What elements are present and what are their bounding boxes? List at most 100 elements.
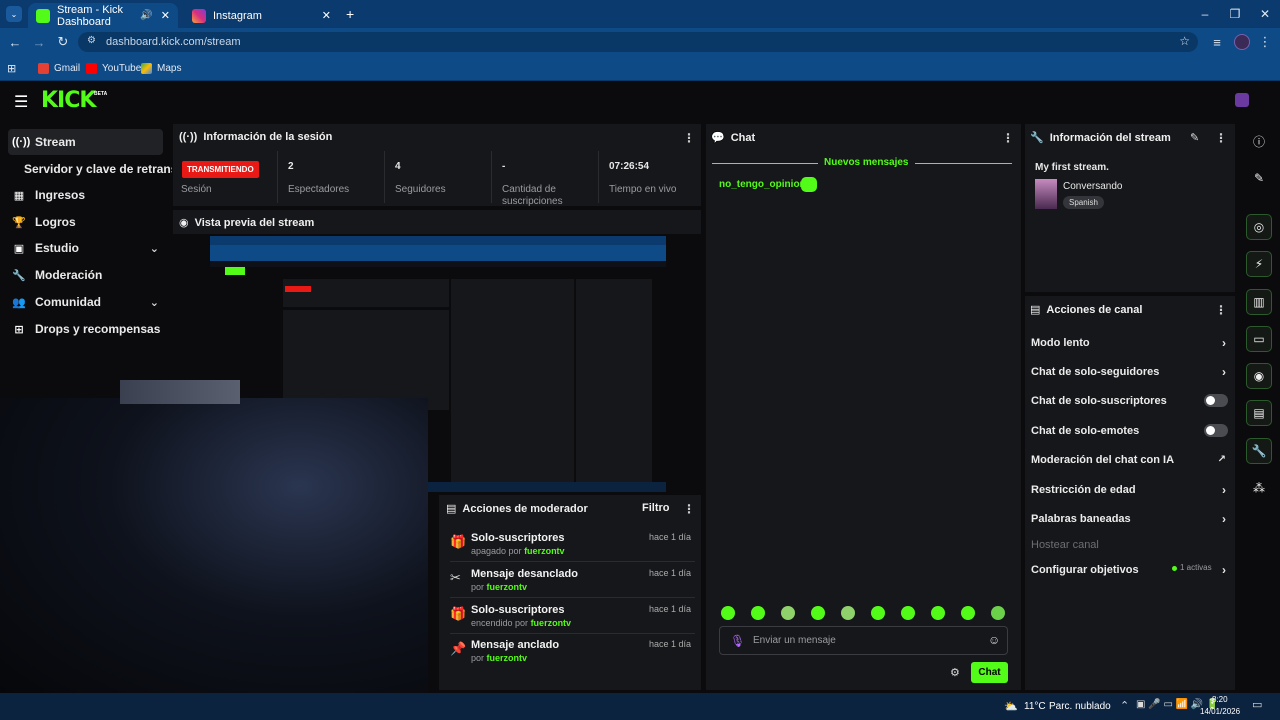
lightning-icon[interactable]: ⚡ bbox=[1246, 251, 1272, 277]
chat-menu-icon[interactable]: ⋮ bbox=[1002, 131, 1014, 145]
action-goals[interactable]: Configurar objetivos 1 activas › bbox=[1025, 555, 1238, 584]
bookmark-star-icon[interactable]: ☆ bbox=[1179, 34, 1190, 48]
instagram-favicon-icon bbox=[192, 8, 206, 23]
edit-icon[interactable]: ✎ bbox=[1190, 131, 1199, 144]
stat-label: Tiempo en vivo bbox=[609, 184, 677, 195]
back-icon[interactable]: ← bbox=[6, 33, 24, 51]
share-icon[interactable]: ⁂ bbox=[1246, 475, 1272, 501]
tab-list-icon[interactable]: ⌄ bbox=[6, 6, 22, 22]
sidebar-item-moderacion[interactable]: 🔧 Moderación bbox=[8, 262, 163, 288]
minimize-button[interactable]: – bbox=[1188, 0, 1222, 28]
emote-icon[interactable] bbox=[871, 606, 885, 620]
stat-label: Cantidad de suscripciones bbox=[502, 184, 563, 207]
sidebar-item-server-key[interactable]: Servidor y clave de retransmisión bbox=[20, 156, 172, 182]
forward-icon[interactable]: → bbox=[30, 33, 48, 51]
subscribers-only-toggle[interactable] bbox=[1204, 394, 1228, 407]
emotes-only-toggle[interactable] bbox=[1204, 424, 1228, 437]
sidebar-item-comunidad[interactable]: 👥 Comunidad ⌄ bbox=[8, 289, 163, 315]
hamburger-icon[interactable]: ☰ bbox=[14, 92, 28, 112]
maximize-button[interactable]: ❐ bbox=[1218, 0, 1252, 28]
mod-action-item: 📌 Mensaje anclado por fuerzontv hace 1 d… bbox=[450, 639, 691, 663]
profile-avatar[interactable] bbox=[1234, 34, 1250, 50]
gift-icon: 🎁 bbox=[450, 534, 467, 549]
chart-icon: ▦ bbox=[13, 189, 25, 202]
info-icon[interactable]: ⓘ bbox=[1246, 128, 1272, 154]
browser-tab-kick[interactable]: Stream - Kick Dashboard 🔊 ✕ bbox=[28, 3, 178, 28]
site-info-icon[interactable]: ⚙ bbox=[87, 35, 96, 46]
sidebar-item-stream[interactable]: ((·)) Stream bbox=[8, 129, 163, 155]
new-tab-button[interactable]: + bbox=[346, 6, 354, 22]
sidebar-item-logros[interactable]: 🏆 Logros bbox=[8, 209, 163, 235]
action-ai-moderation[interactable]: Moderación del chat con IA ↗ bbox=[1025, 445, 1238, 474]
channel-actions-menu-icon[interactable]: ⋮ bbox=[1215, 303, 1227, 317]
close-tab-icon[interactable]: ✕ bbox=[322, 9, 331, 22]
bookmark-youtube[interactable]: YouTube bbox=[86, 61, 141, 75]
user-avatar[interactable] bbox=[1235, 93, 1249, 107]
mod-username[interactable]: fuerzontv bbox=[487, 653, 528, 663]
mod-username[interactable]: fuerzontv bbox=[524, 546, 565, 556]
browser-tab-instagram[interactable]: Instagram ✕ bbox=[184, 3, 339, 28]
chevron-up-icon[interactable]: ⌃ bbox=[1120, 699, 1129, 712]
layers-icon[interactable]: ▤ bbox=[1246, 400, 1272, 426]
action-slow-mode[interactable]: Modo lento › bbox=[1025, 328, 1238, 357]
address-bar[interactable]: ⚙ dashboard.kick.com/stream ☆ bbox=[78, 32, 1198, 52]
category-name[interactable]: Conversando bbox=[1063, 181, 1122, 192]
emoji-picker-icon[interactable]: ☺ bbox=[988, 633, 1000, 647]
edit-icon[interactable]: ✎ bbox=[1246, 165, 1272, 191]
media-icon[interactable]: ≡ bbox=[1208, 33, 1226, 51]
emote-icon[interactable] bbox=[841, 606, 855, 620]
stat-value: 2 bbox=[288, 161, 294, 172]
session-menu-icon[interactable]: ⋮ bbox=[683, 131, 695, 145]
bookmark-gmail[interactable]: Gmail bbox=[38, 61, 80, 75]
sidebar-item-drops[interactable]: ⊞ Drops y recompensas bbox=[8, 316, 163, 342]
apps-icon[interactable]: ⊞ bbox=[7, 61, 16, 75]
chat-icon[interactable]: ▭ bbox=[1246, 326, 1272, 352]
chat-settings-icon[interactable]: ⚙ bbox=[950, 666, 960, 679]
chevron-right-icon: › bbox=[1222, 511, 1226, 526]
kick-logo[interactable]: KICK bbox=[41, 88, 96, 113]
notifications-icon[interactable]: ▭ bbox=[1252, 698, 1262, 711]
preview-icon: ◉ bbox=[179, 217, 189, 229]
audio-icon[interactable]: 🔊 bbox=[140, 10, 152, 21]
emote-icon[interactable] bbox=[991, 606, 1005, 620]
mod-username[interactable]: fuerzontv bbox=[487, 582, 528, 592]
close-tab-icon[interactable]: ✕ bbox=[161, 9, 170, 22]
action-banned-words[interactable]: Palabras baneadas › bbox=[1025, 504, 1238, 533]
filter-button[interactable]: Filtro bbox=[642, 502, 670, 514]
emote-icon[interactable] bbox=[811, 606, 825, 620]
sidebar-item-estudio[interactable]: ▣ Estudio ⌄ bbox=[8, 235, 163, 261]
emote-icon[interactable] bbox=[721, 606, 735, 620]
webcam-overlay-edge bbox=[120, 380, 240, 404]
emote-icon bbox=[801, 177, 817, 192]
emote-icon[interactable] bbox=[931, 606, 945, 620]
broadcast-icon[interactable]: ◉ bbox=[1246, 363, 1272, 389]
bookmark-maps[interactable]: Maps bbox=[141, 61, 181, 75]
sidebar-item-ingresos[interactable]: ▦ Ingresos bbox=[8, 182, 163, 208]
camera-icon[interactable]: ◎ bbox=[1246, 214, 1272, 240]
mod-username[interactable]: fuerzontv bbox=[531, 618, 572, 628]
session-info-panel: ((·)) Información de la sesión ⋮ TRANSMIT… bbox=[173, 124, 701, 207]
send-chat-button[interactable]: Chat bbox=[971, 662, 1008, 683]
moderator-menu-icon[interactable]: ⋮ bbox=[683, 502, 695, 516]
chat-input[interactable]: 🎙 Enviar un mensaje ☺ bbox=[719, 626, 1008, 655]
emote-icon[interactable] bbox=[781, 606, 795, 620]
emote-icon[interactable] bbox=[751, 606, 765, 620]
chat-username[interactable]: no_tengo_opinion bbox=[719, 179, 806, 190]
document-icon[interactable]: ▥ bbox=[1246, 289, 1272, 315]
stat-label: Sesión bbox=[181, 184, 212, 195]
emote-icon[interactable] bbox=[901, 606, 915, 620]
action-followers-only[interactable]: Chat de solo-seguidores › bbox=[1025, 357, 1238, 386]
reload-icon[interactable]: ↻ bbox=[54, 33, 72, 51]
mic-icon[interactable]: 🎙 bbox=[730, 634, 745, 648]
maps-icon bbox=[141, 62, 152, 74]
action-subscribers-only: Chat de solo-suscriptores bbox=[1025, 386, 1238, 415]
menu-icon[interactable]: ⋮ bbox=[1256, 33, 1274, 51]
emote-icon[interactable] bbox=[961, 606, 975, 620]
action-age-restriction[interactable]: Restricción de edad › bbox=[1025, 475, 1238, 504]
wrench-icon[interactable]: 🔧 bbox=[1246, 438, 1272, 464]
category-thumbnail[interactable] bbox=[1035, 179, 1057, 209]
stream-info-menu-icon[interactable]: ⋮ bbox=[1215, 131, 1227, 145]
tab-title: Stream - Kick Dashboard bbox=[57, 3, 124, 28]
weather-icon[interactable]: ⛅ bbox=[1004, 700, 1018, 713]
close-window-button[interactable]: ✕ bbox=[1248, 0, 1280, 28]
